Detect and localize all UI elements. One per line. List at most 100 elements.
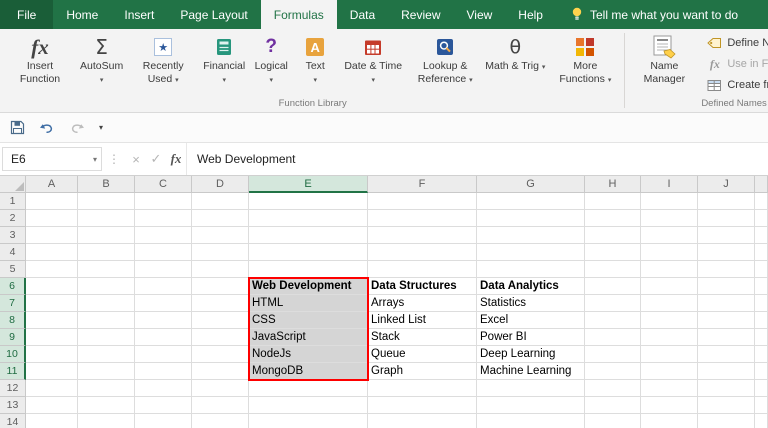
more-functions-button[interactable]: More Functions ▾ (549, 31, 621, 85)
define-name-button[interactable]: Define Name ▾ (702, 33, 768, 53)
row-header-7[interactable]: 7 (0, 295, 26, 312)
cell-A4[interactable] (26, 244, 78, 261)
tab-home[interactable]: Home (53, 0, 111, 29)
cell-G14[interactable] (477, 414, 585, 428)
cell-C12[interactable] (135, 380, 192, 397)
column-header-C[interactable]: C (135, 176, 192, 193)
cell-H1[interactable] (585, 193, 641, 210)
column-header-A[interactable]: A (26, 176, 78, 193)
cell-partial[interactable] (755, 329, 768, 346)
cell-A14[interactable] (26, 414, 78, 428)
cell-D4[interactable] (192, 244, 249, 261)
cell-J4[interactable] (698, 244, 755, 261)
cell-I8[interactable] (641, 312, 698, 329)
enter-icon[interactable]: ✓ (146, 151, 166, 167)
cell-E12[interactable] (249, 380, 368, 397)
cell-C13[interactable] (135, 397, 192, 414)
cell-partial[interactable] (755, 397, 768, 414)
cell-G6[interactable]: Data Analytics (477, 278, 585, 295)
text-button[interactable]: A Text ▾ (293, 31, 337, 85)
cell-F1[interactable] (368, 193, 477, 210)
cell-E8[interactable]: CSS (249, 312, 368, 329)
cell-J7[interactable] (698, 295, 755, 312)
cell-D11[interactable] (192, 363, 249, 380)
cell-A5[interactable] (26, 261, 78, 278)
cell-I9[interactable] (641, 329, 698, 346)
cell-E14[interactable] (249, 414, 368, 428)
cell-partial[interactable] (755, 414, 768, 428)
cell-H7[interactable] (585, 295, 641, 312)
cell-D1[interactable] (192, 193, 249, 210)
cell-F8[interactable]: Linked List (368, 312, 477, 329)
cell-I5[interactable] (641, 261, 698, 278)
row-header-8[interactable]: 8 (0, 312, 26, 329)
cell-A1[interactable] (26, 193, 78, 210)
cell-J12[interactable] (698, 380, 755, 397)
cell-D5[interactable] (192, 261, 249, 278)
cell-H8[interactable] (585, 312, 641, 329)
cell-partial[interactable] (755, 380, 768, 397)
row-header-10[interactable]: 10 (0, 346, 26, 363)
cancel-icon[interactable]: × (126, 152, 146, 167)
insert-function-icon[interactable]: fx (166, 151, 186, 167)
row-header-12[interactable]: 12 (0, 380, 26, 397)
cell-A8[interactable] (26, 312, 78, 329)
cell-I13[interactable] (641, 397, 698, 414)
cell-J5[interactable] (698, 261, 755, 278)
financial-button[interactable]: Financial ▾ (199, 31, 249, 85)
cell-C11[interactable] (135, 363, 192, 380)
cell-D12[interactable] (192, 380, 249, 397)
tab-review[interactable]: Review (388, 0, 453, 29)
cell-B7[interactable] (78, 295, 135, 312)
column-header-H[interactable]: H (585, 176, 641, 193)
cell-G7[interactable]: Statistics (477, 295, 585, 312)
cell-J2[interactable] (698, 210, 755, 227)
cell-partial[interactable] (755, 295, 768, 312)
cell-J11[interactable] (698, 363, 755, 380)
cell-B4[interactable] (78, 244, 135, 261)
cell-C2[interactable] (135, 210, 192, 227)
undo-button[interactable] (39, 121, 55, 135)
cell-J9[interactable] (698, 329, 755, 346)
cell-B8[interactable] (78, 312, 135, 329)
cell-A9[interactable] (26, 329, 78, 346)
row-header-9[interactable]: 9 (0, 329, 26, 346)
cell-G2[interactable] (477, 210, 585, 227)
cell-B2[interactable] (78, 210, 135, 227)
cell-G4[interactable] (477, 244, 585, 261)
cell-I7[interactable] (641, 295, 698, 312)
name-manager-button[interactable]: Name Manager (628, 31, 700, 85)
cell-partial[interactable] (755, 363, 768, 380)
tab-formulas[interactable]: Formulas (260, 0, 337, 29)
cell-I4[interactable] (641, 244, 698, 261)
cell-F5[interactable] (368, 261, 477, 278)
cell-I1[interactable] (641, 193, 698, 210)
cell-partial[interactable] (755, 261, 768, 278)
column-header-G[interactable]: G (477, 176, 585, 193)
formula-bar-handle[interactable]: ⋮ (102, 152, 126, 166)
cell-I6[interactable] (641, 278, 698, 295)
cell-F11[interactable]: Graph (368, 363, 477, 380)
column-header-D[interactable]: D (192, 176, 249, 193)
cell-D7[interactable] (192, 295, 249, 312)
cell-E5[interactable] (249, 261, 368, 278)
autosum-button[interactable]: Σ AutoSum ▾ (76, 31, 127, 85)
cell-C3[interactable] (135, 227, 192, 244)
cell-E11[interactable]: MongoDB (249, 363, 368, 380)
cell-H12[interactable] (585, 380, 641, 397)
column-header-partial[interactable] (755, 176, 768, 193)
row-header-5[interactable]: 5 (0, 261, 26, 278)
cell-C4[interactable] (135, 244, 192, 261)
cell-F13[interactable] (368, 397, 477, 414)
cell-B3[interactable] (78, 227, 135, 244)
cell-F7[interactable]: Arrays (368, 295, 477, 312)
cell-C5[interactable] (135, 261, 192, 278)
tab-page-layout[interactable]: Page Layout (167, 0, 260, 29)
cell-F14[interactable] (368, 414, 477, 428)
cell-G8[interactable]: Excel (477, 312, 585, 329)
cell-F9[interactable]: Stack (368, 329, 477, 346)
cell-D9[interactable] (192, 329, 249, 346)
row-header-11[interactable]: 11 (0, 363, 26, 380)
cell-E7[interactable]: HTML (249, 295, 368, 312)
cell-I12[interactable] (641, 380, 698, 397)
